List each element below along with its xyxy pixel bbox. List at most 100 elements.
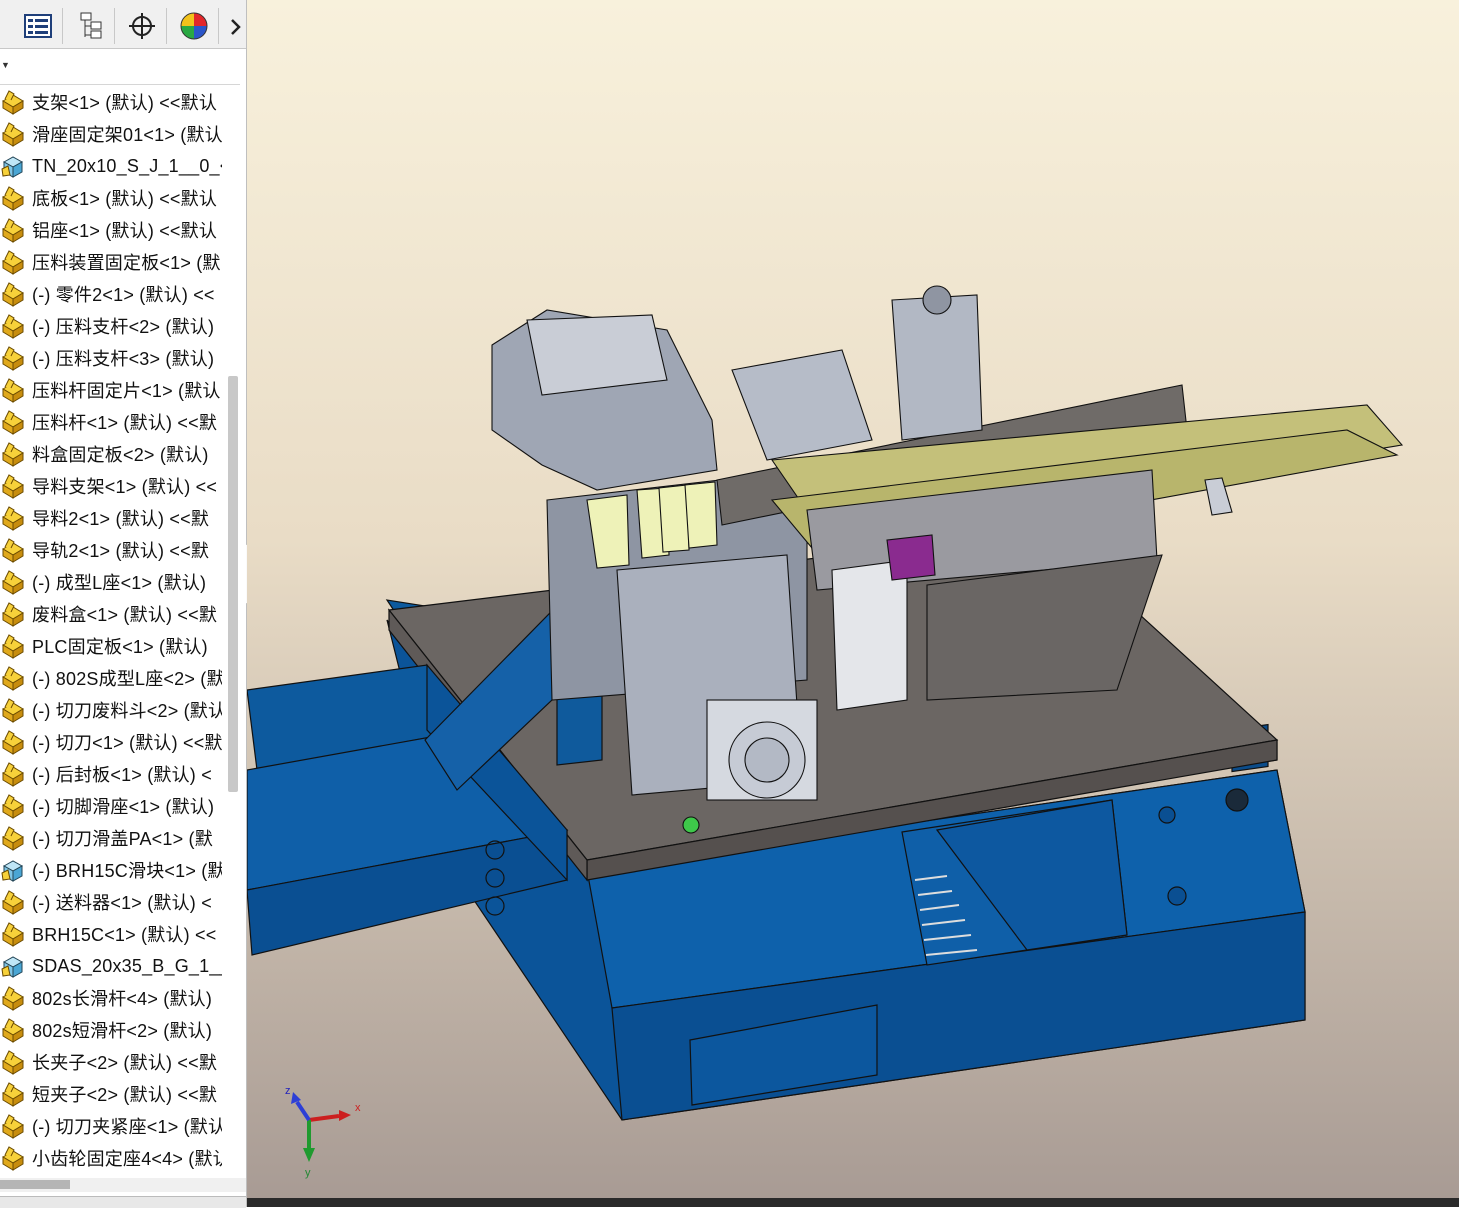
tree-item[interactable]: 铝座<1> (默认) <<默认 — [0, 214, 222, 246]
tree-item-label: TN_20x10_S_J_1__0_< — [32, 155, 222, 176]
tree-item[interactable]: (-) 送料器<1> (默认) < — [0, 886, 222, 918]
part-icon — [0, 601, 26, 627]
feature-tree-icon — [24, 14, 52, 38]
tree-item[interactable]: (-) 切刀夹紧座<1> (默认 — [0, 1110, 222, 1142]
tree-item[interactable]: 料盒固定板<2> (默认) — [0, 438, 222, 470]
tree-item-label: (-) 后封板<1> (默认) < — [32, 765, 212, 785]
part-icon — [0, 537, 26, 563]
tree-item[interactable]: (-) 802S成型L座<2> (默 — [0, 662, 222, 694]
tree-item-label: PLC固定板<1> (默认) — [32, 637, 208, 657]
tree-item[interactable]: 废料盒<1> (默认) <<默 — [0, 598, 222, 630]
tree-item-label: SDAS_20x35_B_G_1__( — [32, 955, 222, 976]
part-icon — [0, 505, 26, 531]
part-icon — [0, 409, 26, 435]
tree-item-label: 废料盒<1> (默认) <<默 — [32, 605, 218, 625]
graphics-viewport[interactable]: x z y — [246, 0, 1459, 1200]
tree-item-label: (-) 送料器<1> (默认) < — [32, 893, 212, 913]
display-manager-tab[interactable] — [170, 8, 219, 44]
tree-item[interactable]: (-) 切刀废料斗<2> (默认 — [0, 694, 222, 726]
part-icon — [0, 633, 26, 659]
tree-item-label: (-) 切刀<1> (默认) <<默 — [32, 733, 222, 753]
tree-item-label: (-) 切刀夹紧座<1> (默认 — [32, 1117, 222, 1137]
part-icon — [0, 1049, 26, 1075]
tree-item-label: 导轨2<1> (默认) <<默 — [32, 541, 210, 561]
part-icon — [0, 761, 26, 787]
tree-vertical-scrollbar[interactable] — [228, 376, 238, 792]
color-wheel-icon — [180, 12, 208, 40]
tree-item[interactable]: PLC固定板<1> (默认) — [0, 630, 222, 662]
tree-item[interactable]: 压料杆<1> (默认) <<默 — [0, 406, 222, 438]
feature-manager-panel: ▼ 支架<1> (默认) <<默认 滑座固定架01<1> (默认 TN_20x10_… — [0, 0, 247, 1208]
part-icon — [0, 569, 26, 595]
tree-item[interactable]: 短夹子<2> (默认) <<默 — [0, 1078, 222, 1110]
part-icon — [0, 313, 26, 339]
tree-item-label: (-) 成型L座<1> (默认) — [32, 573, 207, 593]
tree-item-label: (-) BRH15C滑块<1> (默 — [32, 861, 222, 881]
tree-item[interactable]: 导轨2<1> (默认) <<默 — [0, 534, 222, 566]
chevron-down-icon[interactable]: ▼ — [1, 60, 10, 70]
configuration-manager-tab[interactable] — [118, 8, 167, 44]
part-icon — [0, 985, 26, 1011]
tree-item-label: BRH15C<1> (默认) << — [32, 925, 217, 945]
tree-item-label: (-) 切刀滑盖PA<1> (默 — [32, 829, 213, 849]
tree-item-label: (-) 零件2<1> (默认) << — [32, 285, 215, 305]
tree-item[interactable]: (-) 切脚滑座<1> (默认) — [0, 790, 222, 822]
bottom-tab-strip[interactable] — [0, 1196, 246, 1208]
part-icon — [0, 1113, 26, 1139]
more-tabs-button[interactable] — [226, 14, 246, 40]
part-icon — [0, 345, 26, 371]
tree-item[interactable]: SDAS_20x35_B_G_1__( — [0, 950, 222, 982]
property-manager-tab[interactable] — [66, 8, 115, 44]
tree-item[interactable]: (-) BRH15C滑块<1> (默 — [0, 854, 222, 886]
part-icon — [0, 825, 26, 851]
tree-item[interactable]: (-) 切刀滑盖PA<1> (默 — [0, 822, 222, 854]
tree-item[interactable]: (-) 压料支杆<3> (默认) — [0, 342, 222, 374]
part-icon — [0, 1017, 26, 1043]
tree-item[interactable]: 导料2<1> (默认) <<默 — [0, 502, 222, 534]
tree-item[interactable]: (-) 成型L座<1> (默认) — [0, 566, 222, 598]
tree-item[interactable]: 导料支架<1> (默认) << — [0, 470, 222, 502]
tree-item[interactable]: 长夹子<2> (默认) <<默 — [0, 1046, 222, 1078]
tree-filter-bar[interactable]: ▼ — [0, 48, 240, 85]
feature-tree: 支架<1> (默认) <<默认 滑座固定架01<1> (默认 TN_20x10_S_… — [0, 86, 222, 1176]
crosshair-icon — [129, 13, 155, 39]
part-icon — [0, 89, 26, 115]
part-icon — [0, 249, 26, 275]
tree-item-label: 滑座固定架01<1> (默认 — [32, 125, 222, 145]
tree-item[interactable]: 支架<1> (默认) <<默认 — [0, 86, 222, 118]
subassembly-icon — [0, 857, 26, 883]
tree-item[interactable]: (-) 切刀<1> (默认) <<默 — [0, 726, 222, 758]
tree-item[interactable]: (-) 后封板<1> (默认) < — [0, 758, 222, 790]
tree-item[interactable]: 802s长滑杆<4> (默认) — [0, 982, 222, 1014]
model-view: x z y — [246, 0, 1459, 1200]
tree-item[interactable]: BRH15C<1> (默认) << — [0, 918, 222, 950]
part-icon — [0, 889, 26, 915]
tree-item-label: 支架<1> (默认) <<默认 — [32, 93, 218, 113]
feature-manager-tab[interactable] — [14, 8, 63, 44]
part-icon — [0, 441, 26, 467]
part-icon — [0, 921, 26, 947]
triad-x-label: x — [355, 1102, 361, 1114]
tree-item-label: 压料装置固定板<1> (默 — [32, 253, 221, 273]
tree-item[interactable]: 压料装置固定板<1> (默 — [0, 246, 222, 278]
tree-item[interactable]: 小齿轮固定座4<4> (默认 — [0, 1142, 222, 1174]
viewport-bottom-bar — [247, 1198, 1459, 1207]
tree-item-label: (-) 压料支杆<2> (默认) — [32, 317, 215, 337]
tree-item[interactable]: (-) 零件2<1> (默认) << — [0, 278, 222, 310]
tree-item[interactable]: 802s短滑杆<2> (默认) — [0, 1014, 222, 1046]
chevron-right-icon — [231, 19, 241, 35]
tree-item[interactable]: (-) 压料支杆<2> (默认) — [0, 310, 222, 342]
tree-item-label: 压料杆固定片<1> (默认 — [32, 381, 221, 401]
subassembly-icon — [0, 953, 26, 979]
tree-item-label: 压料杆<1> (默认) <<默 — [32, 413, 218, 433]
part-icon — [0, 1081, 26, 1107]
tree-item-label: (-) 切刀废料斗<2> (默认 — [32, 701, 222, 721]
part-icon — [0, 185, 26, 211]
tree-item[interactable]: TN_20x10_S_J_1__0_< — [0, 150, 222, 182]
tree-item[interactable]: 底板<1> (默认) <<默认 — [0, 182, 222, 214]
tree-item-label: 长夹子<2> (默认) <<默 — [32, 1053, 218, 1073]
tree-item-label: 短夹子<2> (默认) <<默 — [32, 1085, 218, 1105]
tree-item[interactable]: 压料杆固定片<1> (默认 — [0, 374, 222, 406]
tree-item[interactable]: 滑座固定架01<1> (默认 — [0, 118, 222, 150]
tree-horizontal-scrollbar[interactable] — [0, 1180, 70, 1189]
